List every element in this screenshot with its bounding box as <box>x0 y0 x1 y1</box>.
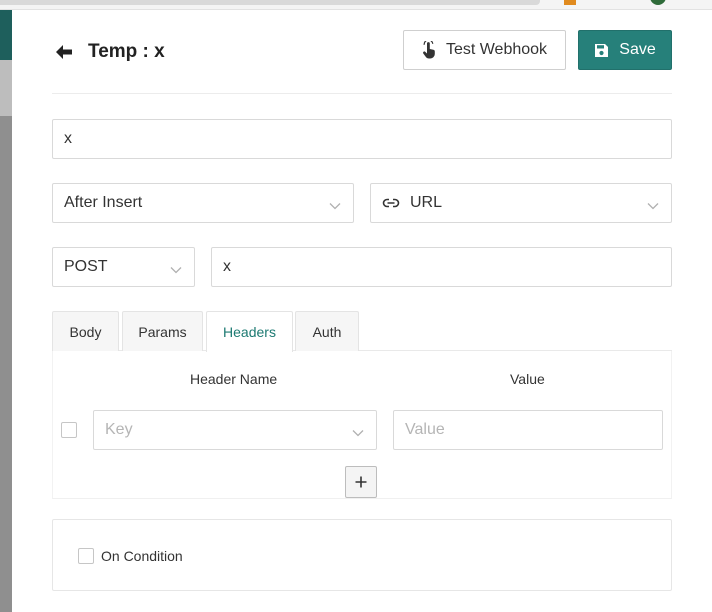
column-header-value: Value <box>510 371 545 387</box>
notification-type-value: URL <box>410 194 443 211</box>
url-value: x <box>223 258 231 275</box>
headers-panel: Header Name Value Key Value <box>52 351 672 499</box>
on-condition-checkbox[interactable] <box>78 548 94 564</box>
http-method-select[interactable]: POST <box>52 247 195 287</box>
condition-section: On Condition <box>52 519 672 591</box>
backdrop-sidebar-item <box>0 60 12 116</box>
url-input[interactable]: x <box>211 247 672 287</box>
tab-auth-label: Auth <box>312 323 342 340</box>
column-header-name: Header Name <box>190 371 278 387</box>
test-webhook-label: Test Webhook <box>445 41 548 58</box>
tab-headers[interactable]: Headers <box>206 311 293 352</box>
backdrop-sidebar-header <box>0 10 12 60</box>
chevron-down-icon <box>170 261 182 279</box>
backdrop-sidebar <box>0 10 12 612</box>
tab-params[interactable]: Params <box>122 311 203 351</box>
drawer-header: Temp : x Test Webhook Save <box>52 30 672 94</box>
page-title: Temp : x <box>88 41 165 62</box>
webhook-title-input[interactable]: x <box>52 119 672 159</box>
plus-icon <box>355 476 367 488</box>
scroll-indicator <box>0 0 540 5</box>
floppy-disk-icon <box>594 43 609 58</box>
link-icon <box>382 198 400 208</box>
event-select[interactable]: After Insert <box>52 183 354 223</box>
chevron-down-icon <box>352 424 364 442</box>
header-value-input[interactable]: Value <box>393 410 663 450</box>
browser-top-strip <box>0 0 712 10</box>
http-method-value: POST <box>64 258 108 275</box>
webhook-editor-drawer: Temp : x Test Webhook Save x After Inser… <box>12 10 712 612</box>
on-condition-label[interactable]: On Condition <box>101 548 183 564</box>
event-select-value: After Insert <box>64 194 143 211</box>
test-webhook-button[interactable]: Test Webhook <box>403 30 566 70</box>
pointer-hand-icon <box>422 41 436 59</box>
header-key-select[interactable]: Key <box>93 410 377 450</box>
save-button[interactable]: Save <box>578 30 672 70</box>
row-checkbox[interactable] <box>61 422 77 438</box>
chevron-down-icon <box>329 197 341 215</box>
tab-body-label: Body <box>69 323 102 340</box>
arrow-left-icon[interactable] <box>52 40 76 64</box>
add-header-button[interactable] <box>345 466 377 498</box>
save-label: Save <box>619 41 656 58</box>
tab-auth[interactable]: Auth <box>295 311 359 351</box>
header-key-placeholder: Key <box>105 421 133 438</box>
request-tabs: Body Params Headers Auth <box>52 311 672 352</box>
tab-headers-label: Headers <box>223 324 276 340</box>
tab-body[interactable]: Body <box>52 311 119 351</box>
webhook-title-value: x <box>64 130 72 147</box>
notification-type-select[interactable]: URL <box>370 183 672 223</box>
user-avatar <box>650 0 666 5</box>
tab-params-label: Params <box>138 323 187 340</box>
header-value-placeholder: Value <box>405 421 445 438</box>
chevron-down-icon <box>647 197 659 215</box>
notification-badge <box>564 0 576 5</box>
